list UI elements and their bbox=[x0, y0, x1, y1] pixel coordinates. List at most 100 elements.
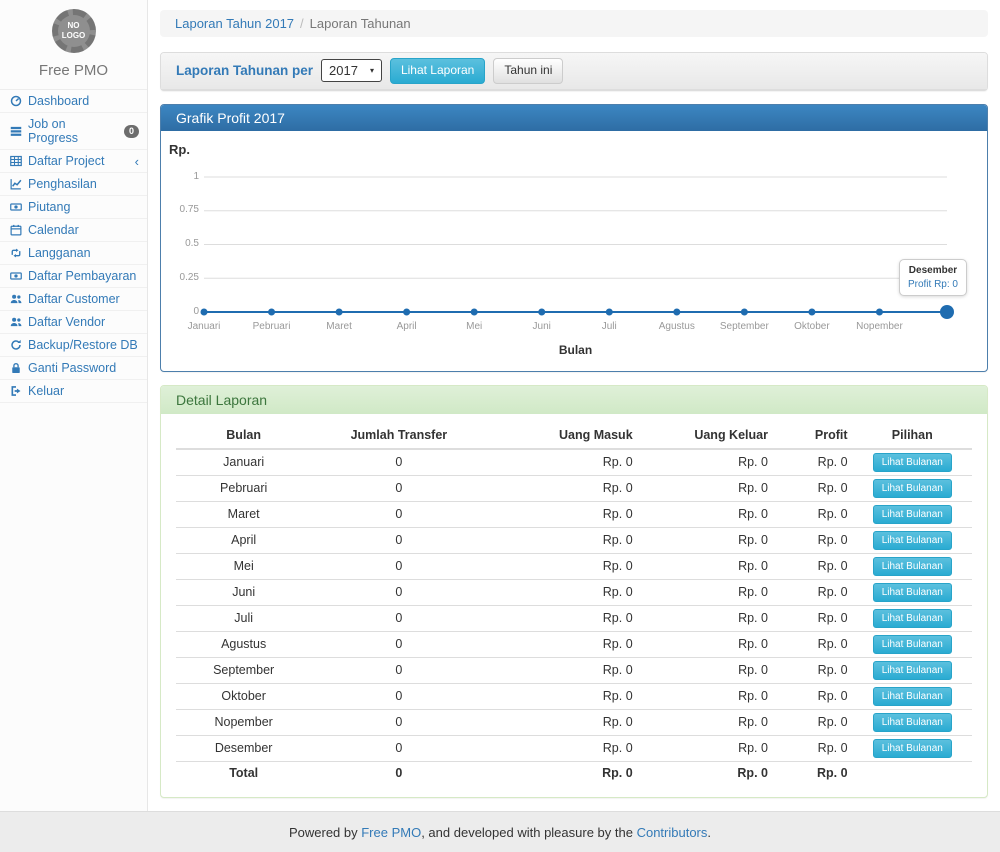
sidebar-item-daftar-pembayaran[interactable]: Daftar Pembayaran bbox=[0, 265, 147, 288]
table-cell: 0 bbox=[311, 553, 486, 579]
sidebar-item-label: Ganti Password bbox=[28, 361, 116, 375]
sidebar-item-backup-restore-db[interactable]: Backup/Restore DB bbox=[0, 334, 147, 357]
sidebar-item-langganan[interactable]: Langganan bbox=[0, 242, 147, 265]
retweet-icon bbox=[8, 247, 23, 259]
table-cell: Rp. 0 bbox=[773, 709, 853, 735]
sidebar-item-label: Daftar Customer bbox=[28, 292, 120, 306]
sidebar-item-penghasilan[interactable]: Penghasilan bbox=[0, 173, 147, 196]
table-row: Nopember0Rp. 0Rp. 0Rp. 0Lihat Bulanan bbox=[176, 709, 972, 735]
table-cell: Rp. 0 bbox=[486, 579, 637, 605]
action-cell: Lihat Bulanan bbox=[853, 579, 972, 605]
table-cell: Rp. 0 bbox=[638, 449, 773, 476]
table-cell: Rp. 0 bbox=[773, 657, 853, 683]
table-cell: 0 bbox=[311, 579, 486, 605]
table-cell: 0 bbox=[311, 475, 486, 501]
data-point-nopember[interactable] bbox=[876, 308, 883, 315]
footer: Powered by Free PMO, and developed with … bbox=[0, 811, 1000, 852]
table-row: Desember0Rp. 0Rp. 0Rp. 0Lihat Bulanan bbox=[176, 735, 972, 761]
table-cell: Rp. 0 bbox=[638, 657, 773, 683]
sidebar-menu: DashboardJob on Progress0Daftar Project‹… bbox=[0, 89, 147, 403]
table-cell: 0 bbox=[311, 605, 486, 631]
table-cell: Rp. 0 bbox=[773, 527, 853, 553]
table-cell: Rp. 0 bbox=[486, 683, 637, 709]
sidebar-item-job-on-progress[interactable]: Job on Progress0 bbox=[0, 113, 147, 150]
data-point-maret[interactable] bbox=[336, 308, 343, 315]
dashboard-icon bbox=[8, 95, 23, 107]
lihat-bulanan-button[interactable]: Lihat Bulanan bbox=[873, 453, 952, 472]
table-cell: Juni bbox=[176, 579, 311, 605]
contributors-link[interactable]: Contributors bbox=[637, 825, 708, 840]
x-tick-label: Juni bbox=[510, 321, 574, 332]
detail-panel: Detail Laporan BulanJumlah TransferUang … bbox=[160, 385, 988, 799]
sidebar-item-label: Daftar Vendor bbox=[28, 315, 105, 329]
lihat-bulanan-button[interactable]: Lihat Bulanan bbox=[873, 713, 952, 732]
sidebar-item-daftar-customer[interactable]: Daftar Customer bbox=[0, 288, 147, 311]
lihat-bulanan-button[interactable]: Lihat Bulanan bbox=[873, 661, 952, 680]
sidebar-item-daftar-vendor[interactable]: Daftar Vendor bbox=[0, 311, 147, 334]
chevron-down-icon: ▾ bbox=[370, 66, 374, 75]
breadcrumb-link-laporan-tahun[interactable]: Laporan Tahun 2017 bbox=[175, 16, 294, 31]
lihat-laporan-button[interactable]: Lihat Laporan bbox=[390, 58, 485, 84]
tahun-ini-button[interactable]: Tahun ini bbox=[493, 58, 563, 84]
lihat-bulanan-button[interactable]: Lihat Bulanan bbox=[873, 531, 952, 550]
table-cell: Rp. 0 bbox=[773, 579, 853, 605]
lihat-bulanan-button[interactable]: Lihat Bulanan bbox=[873, 687, 952, 706]
data-point-januari[interactable] bbox=[201, 308, 208, 315]
table-header-row: BulanJumlah TransferUang MasukUang Kelua… bbox=[176, 422, 972, 449]
footer-text: Powered by Free PMO, and developed with … bbox=[289, 825, 711, 840]
data-point-mei[interactable] bbox=[471, 308, 478, 315]
free-pmo-link[interactable]: Free PMO bbox=[361, 825, 421, 840]
table-cell: Rp. 0 bbox=[773, 761, 853, 785]
table-cell: Rp. 0 bbox=[638, 709, 773, 735]
data-point-desember[interactable] bbox=[940, 305, 954, 319]
table-cell: Desember bbox=[176, 735, 311, 761]
lihat-bulanan-button[interactable]: Lihat Bulanan bbox=[873, 557, 952, 576]
money-icon bbox=[8, 270, 23, 282]
lihat-bulanan-button[interactable]: Lihat Bulanan bbox=[873, 583, 952, 602]
action-cell: Lihat Bulanan bbox=[853, 657, 972, 683]
lihat-bulanan-button[interactable]: Lihat Bulanan bbox=[873, 505, 952, 524]
x-tick-label: Agustus bbox=[645, 321, 709, 332]
refresh-icon bbox=[8, 339, 23, 351]
sidebar-item-ganti-password[interactable]: Ganti Password bbox=[0, 357, 147, 380]
table-cell: 0 bbox=[311, 735, 486, 761]
table-cell: Rp. 0 bbox=[638, 683, 773, 709]
sidebar-item-daftar-project[interactable]: Daftar Project‹ bbox=[0, 150, 147, 173]
data-point-pebruari[interactable] bbox=[268, 308, 275, 315]
data-point-juli[interactable] bbox=[606, 308, 613, 315]
breadcrumb-separator: / bbox=[300, 16, 304, 31]
table-cell: Rp. 0 bbox=[638, 579, 773, 605]
data-point-juni[interactable] bbox=[538, 308, 545, 315]
sidebar-item-keluar[interactable]: Keluar bbox=[0, 380, 147, 403]
data-point-september[interactable] bbox=[741, 308, 748, 315]
footer-middle: , and developed with pleasure by the bbox=[421, 825, 636, 840]
year-select[interactable]: 2017 ▾ bbox=[321, 59, 382, 82]
table-cell: Rp. 0 bbox=[638, 761, 773, 785]
table-cell: 0 bbox=[311, 657, 486, 683]
lock-icon bbox=[8, 362, 23, 374]
data-point-april[interactable] bbox=[403, 308, 410, 315]
table-row: April0Rp. 0Rp. 0Rp. 0Lihat Bulanan bbox=[176, 527, 972, 553]
chart-panel: Grafik Profit 2017 Rp. Desember Profit R… bbox=[160, 104, 988, 372]
data-point-oktober[interactable] bbox=[808, 308, 815, 315]
lihat-bulanan-button[interactable]: Lihat Bulanan bbox=[873, 635, 952, 654]
sidebar-item-calendar[interactable]: Calendar bbox=[0, 219, 147, 242]
sidebar-item-label: Job on Progress bbox=[28, 117, 119, 145]
chart-panel-title: Grafik Profit 2017 bbox=[161, 105, 987, 131]
table-cell: Rp. 0 bbox=[638, 475, 773, 501]
action-cell: Lihat Bulanan bbox=[853, 553, 972, 579]
chart-tooltip: Desember Profit Rp: 0 bbox=[899, 259, 967, 296]
lihat-bulanan-button[interactable]: Lihat Bulanan bbox=[873, 479, 952, 498]
sidebar-item-piutang[interactable]: Piutang bbox=[0, 196, 147, 219]
lihat-bulanan-button[interactable]: Lihat Bulanan bbox=[873, 609, 952, 628]
lihat-bulanan-button[interactable]: Lihat Bulanan bbox=[873, 739, 952, 758]
column-header: Uang Keluar bbox=[638, 422, 773, 449]
table-row: Juni0Rp. 0Rp. 0Rp. 0Lihat Bulanan bbox=[176, 579, 972, 605]
users-icon bbox=[8, 293, 23, 305]
table-cell: Rp. 0 bbox=[773, 553, 853, 579]
table-cell: Pebruari bbox=[176, 475, 311, 501]
data-point-agustus[interactable] bbox=[673, 308, 680, 315]
brand-name: Free PMO bbox=[0, 62, 147, 79]
app-layout: NO LOGO Free PMO DashboardJob on Progres… bbox=[0, 0, 1000, 811]
sidebar-item-dashboard[interactable]: Dashboard bbox=[0, 90, 147, 113]
